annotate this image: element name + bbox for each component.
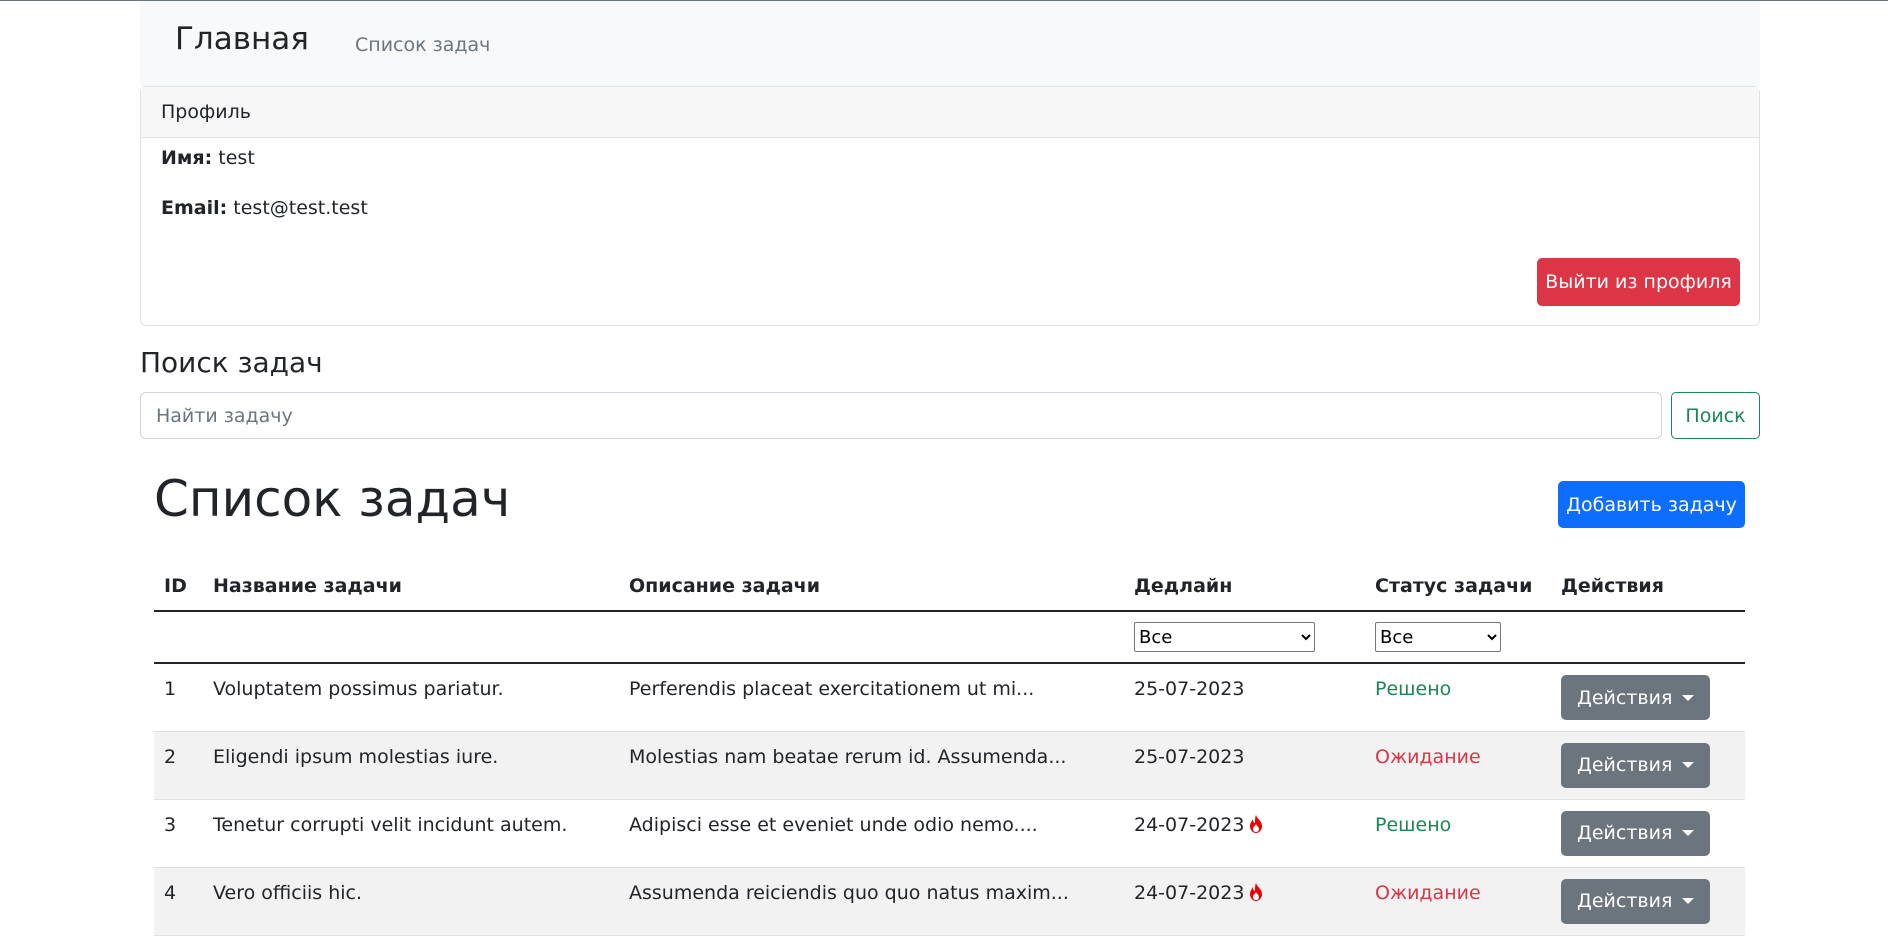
- profile-email-row: Email: test@test.test: [161, 197, 368, 219]
- actions-dropdown-button[interactable]: Действия: [1561, 878, 1711, 924]
- deadline-text: 24-07-2023: [1134, 813, 1245, 836]
- cell-title: Vero officiis hic.: [203, 867, 619, 936]
- actions-label: Действия: [1577, 754, 1673, 776]
- cell-status: Решено: [1365, 799, 1551, 868]
- col-description: Описание задачи: [619, 562, 1124, 612]
- search-input[interactable]: [140, 392, 1662, 439]
- search-heading: Поиск задач: [140, 346, 323, 379]
- cell-status: Решено: [1365, 663, 1551, 732]
- table-row: 2 Eligendi ipsum molestias iure. Molesti…: [154, 731, 1745, 800]
- table-header-row: ID Название задачи Описание задачи Дедла…: [154, 562, 1745, 612]
- fire-icon: [1250, 882, 1263, 901]
- actions-dropdown-button[interactable]: Действия: [1561, 742, 1711, 788]
- col-title: Название задачи: [203, 562, 619, 612]
- nav-link-tasks[interactable]: Список задач: [355, 34, 490, 56]
- profile-email-label: Email:: [161, 197, 228, 219]
- deadline-text: 25-07-2023: [1134, 745, 1245, 768]
- profile-name-row: Имя: test: [161, 147, 255, 169]
- actions-label: Действия: [1577, 686, 1673, 709]
- tasks-table: ID Название задачи Описание задачи Дедла…: [154, 562, 1745, 936]
- navbar-brand[interactable]: Главная: [175, 21, 309, 57]
- actions-label: Действия: [1577, 890, 1673, 912]
- profile-card: Профиль Имя: test Email: test@test.test …: [140, 86, 1760, 326]
- cell-actions: Действия: [1551, 867, 1745, 936]
- logout-button[interactable]: Выйти из профиля: [1537, 258, 1740, 306]
- search-button[interactable]: Поиск: [1671, 392, 1760, 439]
- table-row: 3 Tenetur corrupti velit incidunt autem.…: [154, 799, 1745, 868]
- cell-status: Ожидание: [1365, 731, 1551, 800]
- tasks-heading: Список задач: [154, 470, 511, 528]
- fire-icon: [1250, 814, 1263, 833]
- filter-row: Все Все: [154, 611, 1745, 664]
- profile-name-label: Имя:: [161, 147, 213, 169]
- col-status: Статус задачи: [1365, 562, 1551, 612]
- cell-id: 1: [154, 663, 203, 732]
- cell-id: 2: [154, 731, 203, 800]
- cell-title: Tenetur corrupti velit incidunt autem.: [203, 799, 619, 868]
- cell-description: Adipisci esse et eveniet unde odio nemo.…: [619, 799, 1124, 868]
- deadline-text: 25-07-2023: [1134, 678, 1245, 700]
- cell-deadline: 24-07-2023: [1124, 867, 1365, 936]
- status-filter-select[interactable]: Все: [1375, 622, 1501, 652]
- cell-description: Assumenda reiciendis quo quo natus maxim…: [619, 867, 1124, 936]
- cell-actions: Действия: [1551, 663, 1745, 732]
- cell-description: Molestias nam beatae rerum id. Assumenda…: [619, 731, 1124, 800]
- caret-down-icon: [1682, 762, 1695, 768]
- deadline-text: 24-07-2023: [1134, 881, 1245, 904]
- col-deadline: Дедлайн: [1124, 562, 1365, 612]
- cell-id: 4: [154, 867, 203, 936]
- cell-title: Eligendi ipsum molestias iure.: [203, 731, 619, 800]
- cell-actions: Действия: [1551, 731, 1745, 800]
- col-id: ID: [154, 562, 203, 612]
- navbar: Главная Список задач: [140, 1, 1760, 86]
- deadline-filter-select[interactable]: Все: [1134, 622, 1315, 652]
- actions-label: Действия: [1577, 822, 1673, 844]
- cell-status: Ожидание: [1365, 867, 1551, 936]
- add-task-button[interactable]: Добавить задачу: [1558, 481, 1745, 528]
- cell-title: Voluptatem possimus pariatur.: [203, 663, 619, 732]
- col-actions: Действия: [1551, 562, 1745, 612]
- cell-description: Perferendis placeat exercitationem ut mi…: [619, 663, 1124, 732]
- cell-deadline: 25-07-2023: [1124, 731, 1365, 800]
- cell-deadline: 24-07-2023: [1124, 799, 1365, 868]
- cell-id: 3: [154, 799, 203, 868]
- profile-email-value: test@test.test: [233, 197, 368, 219]
- cell-actions: Действия: [1551, 799, 1745, 868]
- caret-down-icon: [1682, 898, 1695, 904]
- cell-deadline: 25-07-2023: [1124, 663, 1365, 732]
- table-row: 1 Voluptatem possimus pariatur. Perferen…: [154, 663, 1745, 732]
- table-row: 4 Vero officiis hic. Assumenda reiciendi…: [154, 867, 1745, 936]
- profile-card-header: Профиль: [141, 87, 1759, 138]
- caret-down-icon: [1682, 694, 1695, 701]
- caret-down-icon: [1682, 830, 1695, 836]
- profile-name-value: test: [218, 147, 255, 169]
- actions-dropdown-button[interactable]: Действия: [1561, 675, 1711, 720]
- actions-dropdown-button[interactable]: Действия: [1561, 810, 1711, 856]
